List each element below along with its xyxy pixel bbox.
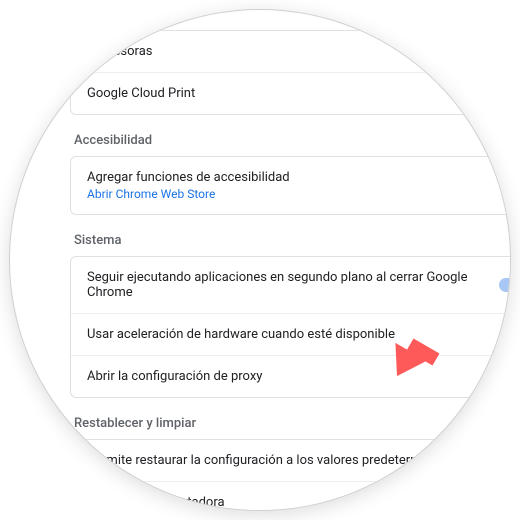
- hw-accel-toggle[interactable]: [499, 328, 510, 342]
- printers-label: Impresoras: [87, 44, 152, 59]
- proxy-label: Abrir la configuración de proxy: [87, 369, 262, 384]
- reset-card: Permite restaurar la configuración a los…: [70, 439, 510, 510]
- background-apps-toggle[interactable]: [499, 278, 510, 292]
- reset-title: Restablecer y limpiar: [74, 416, 510, 431]
- printers-row[interactable]: Impresoras: [71, 31, 510, 73]
- background-apps-label: Seguir ejecutando aplicaciones en segund…: [87, 270, 499, 300]
- settings-content: Impresoras Google Cloud Print Accesibili…: [70, 10, 510, 510]
- proxy-row[interactable]: Abrir la configuración de proxy: [71, 356, 510, 397]
- printers-card: Impresoras Google Cloud Print: [70, 30, 510, 115]
- system-title: Sistema: [74, 233, 510, 248]
- accessibility-card: Agregar funciones de accesibilidad Abrir…: [70, 156, 510, 215]
- accessibility-webstore-link[interactable]: Abrir Chrome Web Store: [87, 187, 290, 201]
- restore-defaults-row[interactable]: Permite restaurar la configuración a los…: [71, 440, 510, 482]
- accessibility-title: Accesibilidad: [74, 133, 510, 148]
- restore-defaults-label: Permite restaurar la configuración a los…: [87, 453, 510, 468]
- cloud-print-row[interactable]: Google Cloud Print: [71, 73, 510, 114]
- hw-accel-row[interactable]: Usar aceleración de hardware cuando esté…: [71, 314, 510, 356]
- background-apps-row[interactable]: Seguir ejecutando aplicaciones en segund…: [71, 257, 510, 314]
- cloud-print-label: Google Cloud Print: [87, 86, 195, 101]
- hw-accel-label: Usar aceleración de hardware cuando esté…: [87, 327, 395, 342]
- system-card: Seguir ejecutando aplicaciones en segund…: [70, 256, 510, 398]
- cleanup-label: Limpiar la computadora: [87, 495, 225, 510]
- cleanup-row[interactable]: Limpiar la computadora: [71, 482, 510, 510]
- accessibility-add-row[interactable]: Agregar funciones de accesibilidad Abrir…: [71, 157, 510, 214]
- accessibility-add-label: Agregar funciones de accesibilidad: [87, 170, 290, 185]
